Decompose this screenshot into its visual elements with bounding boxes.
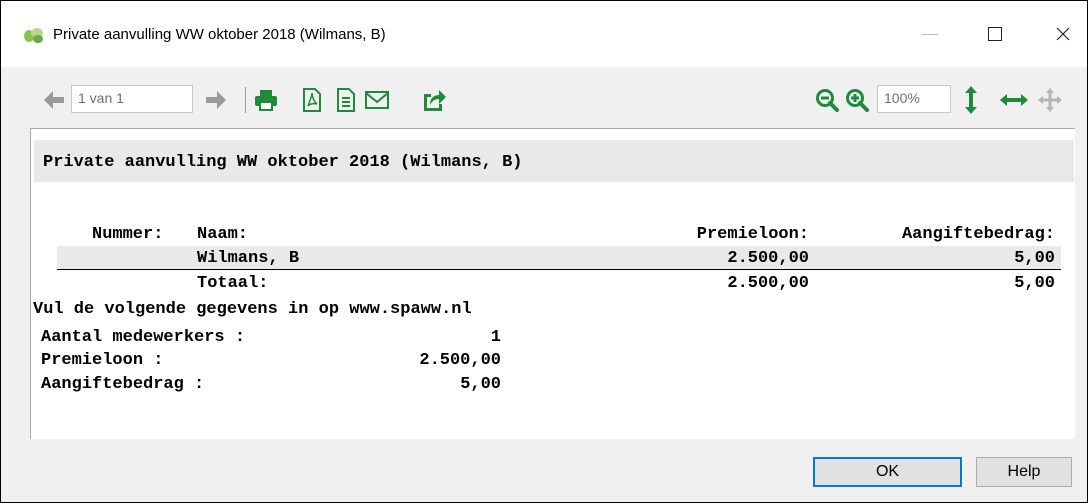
- close-button[interactable]: [1046, 19, 1080, 49]
- column-header-premieloon: Premieloon:: [696, 225, 809, 244]
- row-premieloon: 2.500,00: [727, 249, 809, 268]
- fit-height-button[interactable]: [959, 85, 983, 115]
- minimize-icon: [922, 33, 938, 35]
- pan-button[interactable]: [1035, 85, 1065, 115]
- help-button[interactable]: Help: [976, 457, 1072, 487]
- window-title: Private aanvulling WW oktober 2018 (Wilm…: [53, 26, 386, 43]
- fit-height-icon: [965, 86, 977, 114]
- zoom-in-icon: [846, 89, 869, 112]
- total-label: Totaal:: [197, 274, 269, 293]
- report-title: Private aanvulling WW oktober 2018 (Wilm…: [43, 153, 523, 172]
- export-pdf-button[interactable]: [299, 85, 325, 115]
- maximize-button[interactable]: [978, 19, 1012, 49]
- toolbar-separator: [245, 87, 246, 113]
- summary-label-medewerkers: Aantal medewerkers :: [41, 328, 246, 347]
- total-aangiftebedrag: 5,00: [1014, 274, 1055, 293]
- column-header-nummer: Nummer:: [92, 225, 164, 244]
- share-export-button[interactable]: [419, 85, 449, 115]
- summary-label-aangiftebedrag: Aangiftebedrag :: [41, 375, 205, 394]
- row-aangiftebedrag: 5,00: [1014, 249, 1055, 268]
- zoom-out-button[interactable]: [813, 85, 841, 115]
- fit-width-icon: [1000, 94, 1028, 106]
- email-button[interactable]: [363, 85, 391, 115]
- pdf-icon: [303, 88, 321, 112]
- page-number-field[interactable]: 1 van 1: [71, 85, 193, 113]
- print-button[interactable]: [251, 85, 281, 115]
- minimize-button[interactable]: [913, 19, 947, 49]
- summary-label-premieloon: Premieloon :: [41, 351, 164, 370]
- total-premieloon: 2.500,00: [727, 274, 809, 293]
- zoom-in-button[interactable]: [843, 85, 871, 115]
- close-icon: [1056, 27, 1070, 41]
- maximize-icon: [988, 27, 1002, 41]
- export-icon: [424, 90, 446, 111]
- export-document-button[interactable]: [333, 85, 359, 115]
- document-icon: [337, 88, 355, 112]
- column-header-aangiftebedrag: Aangiftebedrag:: [901, 225, 1055, 244]
- pan-icon: [1038, 88, 1062, 112]
- instruction-text: Vul de volgende gegevens in op www.spaww…: [33, 300, 472, 319]
- column-header-naam: Naam:: [197, 225, 249, 244]
- summary-value-premieloon: 2.500,00: [419, 351, 501, 370]
- zoom-out-icon: [816, 89, 839, 112]
- ok-button[interactable]: OK: [813, 457, 962, 487]
- summary-value-medewerkers: 1: [490, 328, 501, 347]
- print-icon: [255, 90, 277, 111]
- arrow-right-icon: [206, 91, 226, 109]
- mail-icon: [365, 91, 389, 109]
- app-icon: [24, 28, 43, 43]
- next-page-button[interactable]: [201, 85, 231, 115]
- fit-width-button[interactable]: [997, 85, 1031, 115]
- title-bar: Private aanvulling WW oktober 2018 (Wilm…: [1, 1, 1087, 67]
- total-divider: [57, 269, 1061, 270]
- summary-value-aangiftebedrag: 5,00: [460, 375, 501, 394]
- previous-page-button[interactable]: [39, 85, 69, 115]
- zoom-level-field[interactable]: 100%: [877, 85, 951, 113]
- report-dialog: Private aanvulling WW oktober 2018 (Wilm…: [0, 0, 1088, 503]
- row-naam: Wilmans, B: [197, 249, 300, 268]
- arrow-left-icon: [44, 91, 64, 109]
